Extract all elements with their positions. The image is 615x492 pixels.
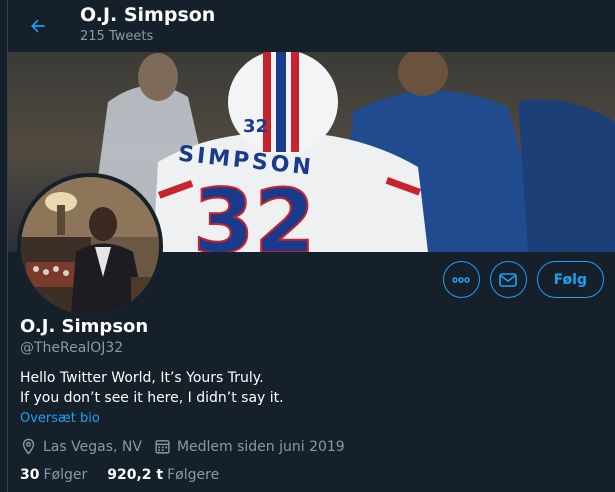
followers-label: Følgere — [167, 467, 220, 483]
header-profile-name: O.J. Simpson — [80, 4, 216, 26]
message-button[interactable] — [489, 261, 527, 298]
profile-handle: @TheRealOJ32 — [20, 340, 124, 356]
following-label: Følger — [43, 467, 88, 483]
helmet-number: 32 — [243, 116, 268, 137]
more-options-button[interactable] — [442, 261, 480, 298]
message-icon — [499, 272, 517, 287]
profile-header-bar: O.J. Simpson 215 Tweets — [8, 0, 615, 52]
location-text: Las Vegas, NV — [43, 438, 142, 455]
following-count: 30 — [20, 467, 40, 483]
header-tweet-count: 215 Tweets — [80, 29, 154, 44]
joined-item: Medlem siden juni 2019 — [154, 438, 345, 455]
following-link[interactable]: 30 Følger — [20, 467, 87, 483]
profile-meta: Las Vegas, NV Medlem siden juni 2019 — [20, 438, 357, 455]
avatar-image — [21, 177, 159, 315]
back-button[interactable] — [22, 10, 54, 42]
joined-text: Medlem siden juni 2019 — [176, 438, 345, 455]
left-gutter — [0, 0, 7, 492]
bio-line-2: If you don’t see it here, I didn’t say i… — [20, 390, 284, 406]
arrow-left-icon — [31, 19, 45, 33]
followers-link[interactable]: 920,2 t Følgere — [107, 467, 219, 483]
profile-bio: Hello Twitter World, It’s Yours Truly. I… — [20, 368, 284, 408]
profile-name: O.J. Simpson — [20, 316, 149, 337]
translate-bio-link[interactable]: Oversæt bio — [20, 411, 100, 426]
profile-actions: Følg — [442, 261, 604, 298]
follow-button[interactable]: Følg — [536, 261, 604, 298]
bio-line-1: Hello Twitter World, It’s Yours Truly. — [20, 370, 264, 386]
calendar-icon — [155, 440, 170, 454]
location-pin-icon — [22, 438, 35, 455]
location-item: Las Vegas, NV — [20, 438, 142, 455]
followers-count: 920,2 t — [107, 467, 164, 483]
jersey-number: 32 — [193, 170, 315, 252]
profile-stats: 30 Følger 920,2 t Følgere — [20, 467, 239, 483]
more-icon — [452, 276, 470, 283]
profile-avatar[interactable] — [17, 173, 163, 319]
